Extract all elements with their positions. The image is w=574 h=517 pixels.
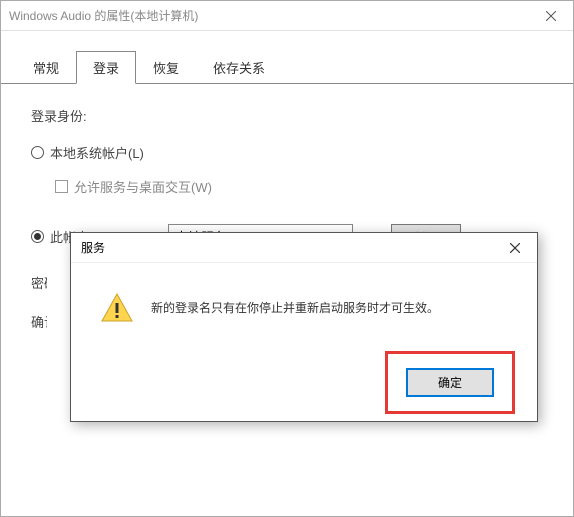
local-system-radio-label: 本地系统帐户(L) bbox=[50, 143, 144, 162]
modal-title: 服务 bbox=[81, 239, 105, 256]
window-close-button[interactable] bbox=[528, 1, 573, 31]
local-system-radio[interactable] bbox=[31, 146, 44, 159]
tab-login[interactable]: 登录 bbox=[76, 51, 136, 84]
warning-icon bbox=[101, 293, 133, 323]
login-as-label: 登录身份: bbox=[31, 106, 543, 125]
password-label: 密码(P): bbox=[31, 273, 47, 292]
modal-message: 新的登录名只有在你停止并重新启动服务时才可生效。 bbox=[151, 293, 439, 316]
allow-interact-label: 允许服务与桌面交互(W) bbox=[74, 177, 212, 196]
close-icon bbox=[510, 243, 520, 253]
tab-recovery[interactable]: 恢复 bbox=[136, 51, 196, 83]
modal-close-button[interactable] bbox=[492, 233, 537, 263]
this-account-radio[interactable] bbox=[31, 230, 44, 243]
confirm-password-label: 确认密码(C): bbox=[31, 312, 47, 331]
tab-depends[interactable]: 依存关系 bbox=[196, 51, 282, 83]
allow-interact-checkbox[interactable] bbox=[55, 180, 68, 193]
ok-button[interactable]: 确定 bbox=[406, 368, 494, 397]
tabs-bar: 常规 登录 恢复 依存关系 bbox=[1, 31, 573, 84]
tab-general[interactable]: 常规 bbox=[16, 51, 76, 83]
modal-titlebar: 服务 bbox=[71, 233, 537, 263]
close-icon bbox=[546, 11, 556, 21]
ok-highlight: 确定 bbox=[385, 351, 515, 414]
service-modal: 服务 新的登录名只有在你停止并重新启动服务时才可生效。 确定 bbox=[70, 232, 538, 422]
window-title: Windows Audio 的属性(本地计算机) bbox=[9, 7, 198, 24]
main-titlebar: Windows Audio 的属性(本地计算机) bbox=[1, 1, 573, 31]
allow-interact-row[interactable]: 允许服务与桌面交互(W) bbox=[55, 177, 543, 196]
local-system-radio-row[interactable]: 本地系统帐户(L) bbox=[31, 143, 543, 162]
